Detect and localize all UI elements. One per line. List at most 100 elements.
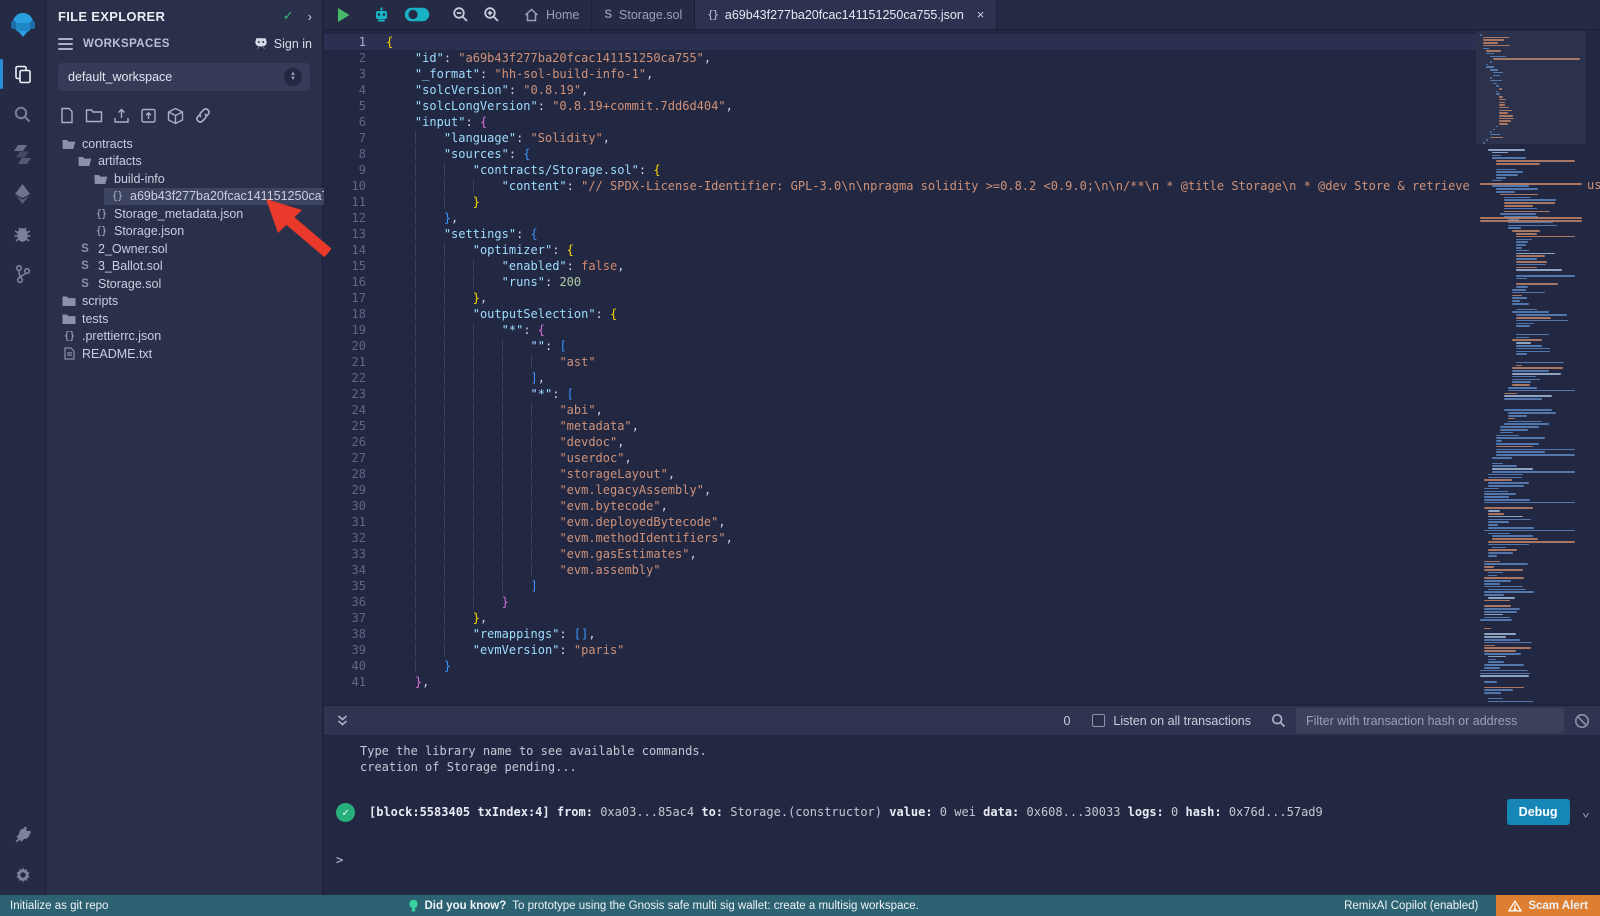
minimap-line	[1484, 687, 1524, 689]
warning-icon	[1508, 900, 1522, 912]
minimap-line	[1512, 339, 1542, 341]
search-icon[interactable]	[0, 94, 46, 134]
minimap-line	[1512, 300, 1520, 302]
minimap-line	[1488, 661, 1504, 663]
minimap-line	[1504, 398, 1542, 400]
remixai-robot-icon[interactable]	[373, 6, 390, 23]
terminal-body[interactable]: Type the library name to see available c…	[324, 735, 1600, 895]
cube-icon[interactable]	[167, 107, 184, 125]
scam-alert-badge[interactable]: Scam Alert	[1496, 895, 1600, 916]
terminal-search-icon[interactable]	[1271, 713, 1286, 728]
minimap-line	[1492, 465, 1517, 467]
deploy-and-run-icon[interactable]	[0, 174, 46, 214]
tree-item[interactable]: README.txt	[46, 345, 322, 363]
listen-checkbox[interactable]	[1092, 714, 1105, 727]
terminal-prompt[interactable]: >	[336, 853, 343, 867]
code-line: "evm.legacyAssembly",	[386, 482, 1600, 498]
line-number: 7	[324, 130, 386, 146]
zoom-out-icon[interactable]	[452, 6, 469, 23]
tab-home[interactable]: Home	[512, 0, 592, 29]
tree-item[interactable]: S3_Ballot.sol	[46, 258, 322, 276]
minimap-line	[1484, 636, 1506, 638]
tree-item[interactable]: {}.prettierrc.json	[46, 328, 322, 346]
minimap-line	[1508, 222, 1553, 224]
new-file-icon[interactable]	[59, 107, 75, 125]
ai-toggle-on[interactable]	[404, 7, 430, 22]
upload-folder-icon[interactable]	[140, 107, 157, 125]
collapse-terminal-icon[interactable]	[336, 714, 349, 727]
json-icon: {}	[62, 330, 76, 342]
run-script-icon[interactable]	[336, 7, 351, 23]
tree-item[interactable]: contracts	[46, 135, 322, 153]
minimap-line	[1496, 443, 1539, 445]
transaction-count-badge: 0	[1063, 714, 1070, 728]
minimap-line	[1512, 230, 1540, 232]
debugger-icon[interactable]	[0, 214, 46, 254]
code-editor[interactable]: 1234567891011121314151617181920212223242…	[324, 31, 1600, 705]
copilot-status[interactable]: RemixAI Copilot (enabled)	[1344, 900, 1478, 912]
code-line: ],	[386, 370, 1600, 386]
status-right: RemixAI Copilot (enabled) Scam Alert	[1203, 895, 1600, 916]
minimap-line	[1480, 217, 1582, 219]
upload-file-icon[interactable]	[113, 107, 130, 125]
github-sign-in[interactable]: Sign in	[253, 37, 312, 51]
line-number: 4	[324, 82, 386, 98]
tree-item-label: tests	[82, 312, 108, 326]
tree-item[interactable]: {}a69b43f277ba20fcac141151250ca7...	[46, 188, 322, 206]
tab-build-info-json[interactable]: {} a69b43f277ba20fcac141151250ca755.json…	[695, 0, 997, 29]
minimap-line	[1504, 211, 1550, 213]
line-number-gutter: 1234567891011121314151617181920212223242…	[324, 31, 386, 690]
solidity-compiler-icon[interactable]	[0, 134, 46, 174]
minimap-line	[1488, 477, 1522, 479]
tree-item[interactable]: {}Storage.json	[46, 223, 322, 241]
main-area: Home S Storage.sol {} a69b43f277ba20fcac…	[324, 0, 1600, 895]
workspace-dropdown[interactable]: default_workspace ▲▼	[58, 63, 310, 91]
plugin-manager-icon[interactable]	[0, 815, 46, 855]
file-explorer-icon[interactable]	[0, 54, 46, 94]
workspaces-menu-icon[interactable]	[58, 35, 73, 53]
minimap-line	[1504, 393, 1517, 395]
settings-gear-icon[interactable]	[0, 855, 46, 895]
minimap-slider[interactable]	[1476, 31, 1586, 144]
remix-logo-icon[interactable]	[0, 2, 46, 48]
tree-item[interactable]: {}Storage_metadata.json	[46, 205, 322, 223]
tree-item[interactable]: SStorage.sol	[46, 275, 322, 293]
close-tab-icon[interactable]: ×	[977, 7, 985, 22]
listen-label[interactable]: Listen on all transactions	[1113, 714, 1251, 728]
tx-expand-chevron-icon[interactable]: ⌄	[1582, 804, 1590, 820]
clear-console-icon[interactable]	[1574, 713, 1590, 729]
tree-item[interactable]: tests	[46, 310, 322, 328]
zoom-in-icon[interactable]	[483, 6, 500, 23]
editor-scrollbar[interactable]: us	[1586, 31, 1600, 705]
tree-item[interactable]: build-info	[46, 170, 322, 188]
debug-button[interactable]: Debug	[1507, 799, 1570, 825]
line-number: 14	[324, 242, 386, 258]
code-line: "": [	[386, 338, 1600, 354]
scam-alert-label: Scam Alert	[1528, 900, 1588, 912]
tree-item[interactable]: artifacts	[46, 153, 322, 171]
line-number: 20	[324, 338, 386, 354]
minimap-line	[1516, 345, 1542, 347]
minimap-line	[1512, 384, 1530, 386]
minimap-line	[1484, 594, 1504, 596]
code-line: }	[386, 658, 1600, 674]
minimap-line	[1480, 183, 1582, 185]
workspace-selected: default_workspace	[68, 70, 284, 84]
new-folder-icon[interactable]	[85, 107, 103, 125]
line-number: 34	[324, 562, 386, 578]
tab-storage-sol[interactable]: S Storage.sol	[592, 0, 695, 29]
minimap-line	[1496, 454, 1575, 456]
git-init-status[interactable]: Initialize as git repo	[0, 900, 408, 912]
link-icon[interactable]	[194, 107, 212, 125]
transaction-filter-input[interactable]	[1296, 708, 1564, 733]
code-line: "devdoc",	[386, 434, 1600, 450]
line-number: 29	[324, 482, 386, 498]
minimap-line	[1484, 689, 1513, 691]
minimap-line	[1484, 645, 1495, 647]
tree-item[interactable]: S2_Owner.sol	[46, 240, 322, 258]
tree-item-label: scripts	[82, 294, 118, 308]
tree-item[interactable]: scripts	[46, 293, 322, 311]
git-icon[interactable]	[0, 254, 46, 294]
panel-expand-icon[interactable]: ›	[308, 9, 312, 24]
minimap[interactable]	[1476, 31, 1586, 705]
